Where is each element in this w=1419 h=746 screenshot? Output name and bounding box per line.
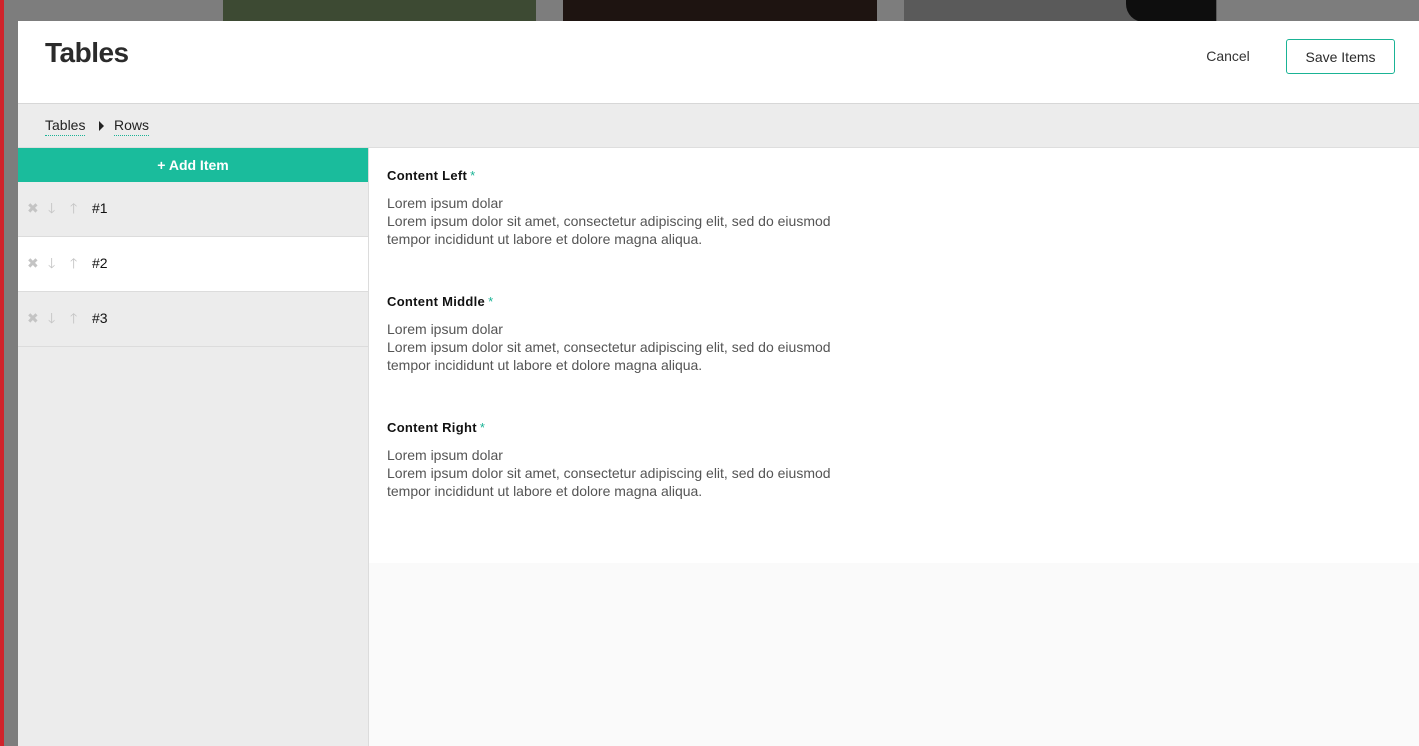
- breadcrumb: Tables Rows: [18, 104, 1419, 148]
- field-value[interactable]: Lorem ipsum dolar Lorem ipsum dolor sit …: [387, 446, 987, 500]
- field-label: Content Right *: [387, 420, 486, 435]
- list-item[interactable]: ✖ 🡓 🡑 #2: [18, 237, 368, 292]
- add-item-button[interactable]: + Add Item: [18, 148, 368, 182]
- list-item[interactable]: ✖ 🡓 🡑 #1: [18, 182, 368, 237]
- list-item[interactable]: ✖ 🡓 🡑 #3: [18, 292, 368, 347]
- field-value[interactable]: Lorem ipsum dolar Lorem ipsum dolor sit …: [387, 320, 987, 374]
- required-marker: *: [470, 168, 476, 183]
- arrow-down-icon[interactable]: 🡓: [48, 310, 55, 326]
- background-image-1: [223, 0, 536, 22]
- required-marker: *: [488, 294, 494, 309]
- arrow-up-icon[interactable]: 🡑: [70, 200, 77, 216]
- list-item-label: #2: [92, 255, 108, 271]
- detail-panel-footer-area: [369, 563, 1419, 746]
- cancel-button[interactable]: Cancel: [1190, 45, 1266, 67]
- close-icon[interactable]: ✖: [27, 310, 39, 326]
- field-label: Content Left *: [387, 168, 476, 183]
- tables-modal: Tables Cancel Save Items Tables Rows + A…: [18, 21, 1419, 746]
- caret-right-icon: [99, 121, 104, 131]
- modal-header: Tables Cancel Save Items: [18, 21, 1419, 104]
- field-content-left: Content Left * Lorem ipsum dolar Lorem ip…: [387, 168, 987, 248]
- required-marker: *: [479, 420, 486, 435]
- close-icon[interactable]: ✖: [27, 200, 39, 216]
- arrow-up-icon[interactable]: 🡑: [70, 255, 77, 271]
- field-content-middle: Content Middle * Lorem ipsum dolar Lorem …: [387, 294, 987, 374]
- page-title: Tables: [45, 37, 129, 68]
- arrow-up-icon[interactable]: 🡑: [70, 310, 77, 326]
- background-image-3: [904, 0, 1217, 22]
- field-value[interactable]: Lorem ipsum dolar Lorem ipsum dolor sit …: [387, 194, 987, 248]
- arrow-down-icon[interactable]: 🡓: [48, 200, 55, 216]
- list-item-label: #3: [92, 310, 108, 326]
- list-item-label: #1: [92, 200, 108, 216]
- field-label: Content Middle *: [387, 294, 494, 309]
- save-items-button[interactable]: Save Items: [1286, 39, 1395, 74]
- arrow-down-icon[interactable]: 🡓: [48, 255, 55, 271]
- breadcrumb-item-rows[interactable]: Rows: [114, 117, 150, 136]
- item-list: ✖ 🡓 🡑 #1 ✖ 🡓 🡑 #2 ✖ 🡓 🡑 #3: [18, 182, 368, 347]
- item-list-sidebar: + Add Item ✖ 🡓 🡑 #1 ✖ 🡓 🡑 #2 ✖ 🡓 🡑 #3: [18, 148, 369, 746]
- field-content-right: Content Right * Lorem ipsum dolar Lorem i…: [387, 420, 987, 500]
- background-image-2: [563, 0, 877, 22]
- close-icon[interactable]: ✖: [27, 255, 39, 271]
- breadcrumb-item-tables[interactable]: Tables: [45, 117, 86, 136]
- item-detail-panel: Content Left * Lorem ipsum dolar Lorem ip…: [369, 148, 1419, 563]
- window-edge-accent: [0, 0, 4, 746]
